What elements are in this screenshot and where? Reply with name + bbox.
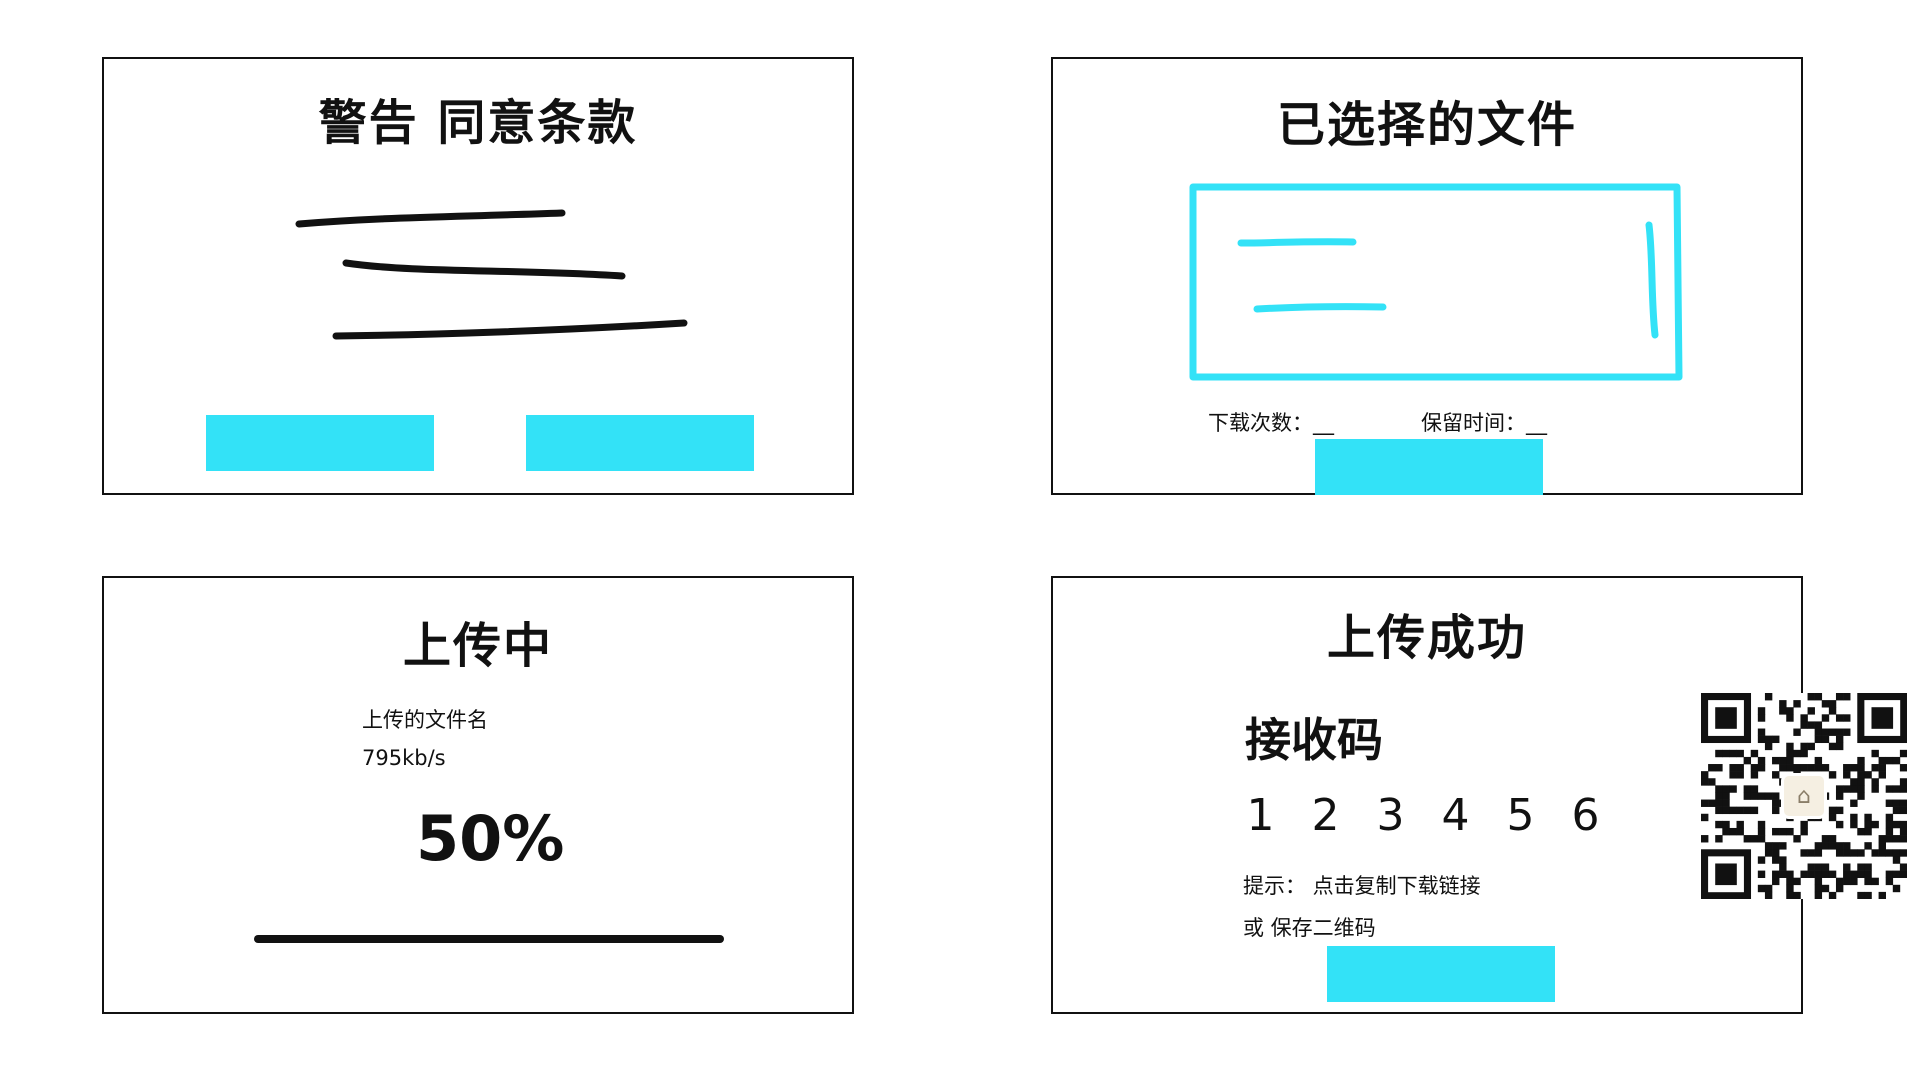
upload-button[interactable]	[1315, 439, 1543, 495]
hint-save-qr: 或 保存二维码	[1243, 916, 1376, 940]
progress-bar	[254, 935, 724, 943]
upload-success-panel: 上传成功 接收码 1 2 3 4 5 6 提示： 点击复制下载链接 或 保存二维…	[1051, 576, 1803, 1014]
agree-terms-panel: 警告 同意条款	[102, 57, 854, 495]
receive-code[interactable]: 1 2 3 4 5 6	[1235, 790, 1611, 841]
code-digit: 2	[1311, 790, 1340, 841]
code-digit: 3	[1376, 790, 1405, 841]
code-digit: 5	[1506, 790, 1535, 841]
receive-code-label: 接收码	[1245, 713, 1383, 767]
selected-file-panel: 已选择的文件 下载次数：__ 保留时间：__	[1051, 57, 1803, 495]
qr-logo-icon: ⌂	[1781, 773, 1827, 819]
code-digit: 1	[1246, 790, 1275, 841]
decline-button[interactable]	[526, 415, 754, 471]
copy-link-button[interactable]	[1327, 946, 1555, 1002]
uploading-panel: 上传中 上传的文件名 795kb/s 50%	[102, 576, 854, 1014]
panel-title: 上传成功	[1326, 610, 1527, 666]
qr-code-icon[interactable]: ⌂	[1701, 693, 1908, 900]
download-count-label: 下载次数：__	[1208, 411, 1334, 435]
code-digit: 6	[1571, 790, 1600, 841]
agree-button[interactable]	[206, 415, 434, 471]
retention-time-label: 保留时间：__	[1421, 411, 1547, 435]
code-digit: 4	[1441, 790, 1470, 841]
hint-copy-link: 提示： 点击复制下载链接	[1243, 874, 1481, 898]
